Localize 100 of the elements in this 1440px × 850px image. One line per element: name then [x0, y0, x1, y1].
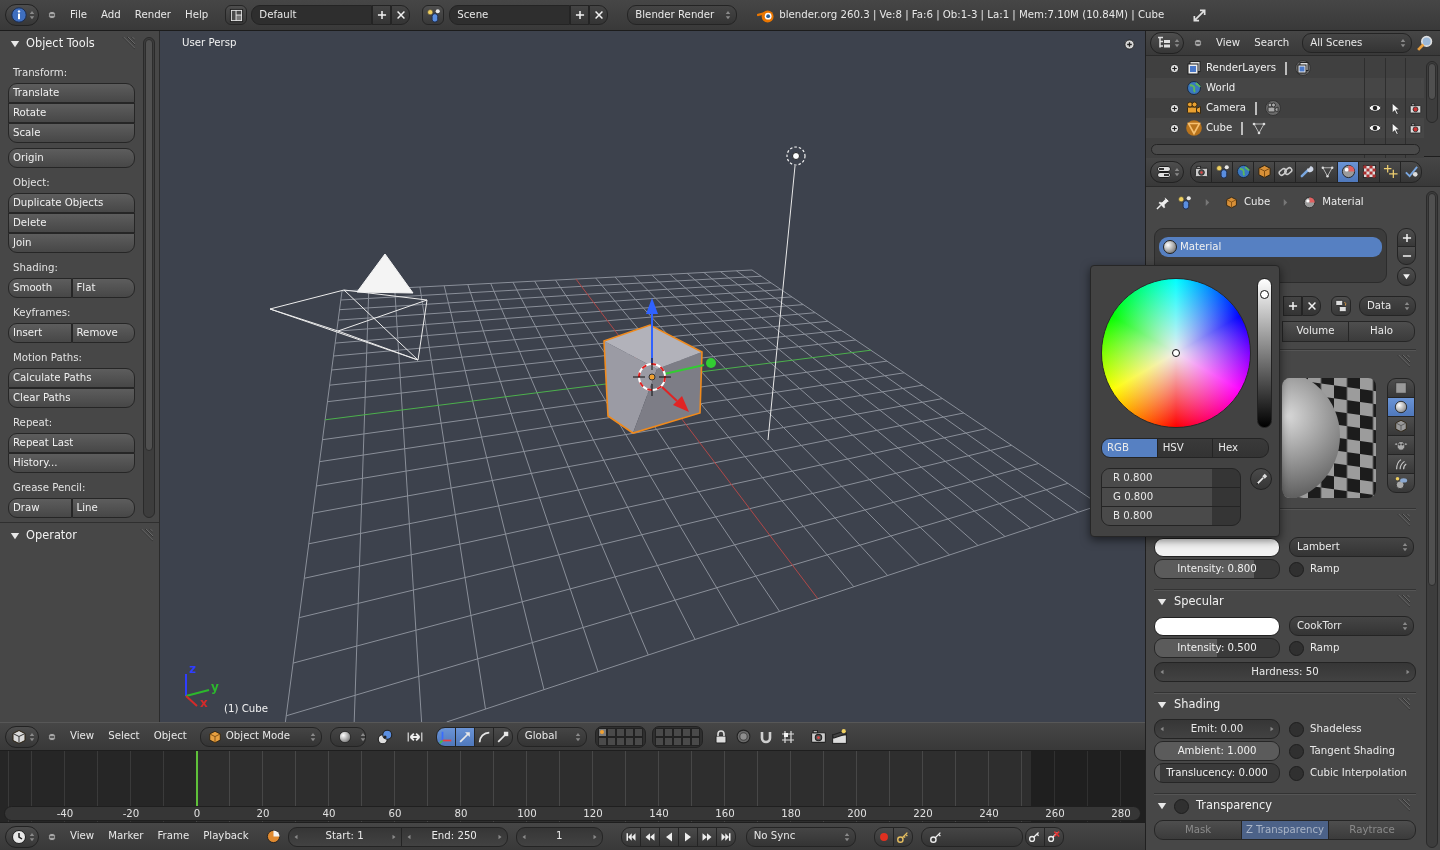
checkbox[interactable] — [1289, 765, 1304, 781]
add-layout-button[interactable] — [372, 5, 392, 25]
manipulator-button[interactable] — [435, 726, 456, 747]
material-slot[interactable]: Material — [1159, 237, 1382, 257]
context-tab[interactable] — [1211, 160, 1233, 183]
minus-circle-icon[interactable] — [46, 830, 58, 843]
tool-button[interactable]: History... — [8, 453, 135, 473]
tool-button[interactable]: Remove — [71, 323, 135, 343]
link-toggle-button[interactable] — [1331, 296, 1351, 316]
context-tab[interactable] — [1295, 160, 1317, 183]
link-dropdown[interactable]: Data — [1358, 296, 1416, 316]
menu-item[interactable]: Frame — [150, 826, 197, 847]
3d-cursor[interactable] — [632, 357, 672, 397]
tool-button[interactable]: Line — [71, 498, 135, 518]
playhead[interactable] — [195, 751, 198, 807]
editor-type-button[interactable] — [1150, 160, 1184, 183]
cube[interactable] — [603, 324, 703, 434]
channel-slider[interactable]: G 0.800 — [1101, 487, 1241, 507]
pie-icon[interactable] — [265, 829, 281, 844]
camera-icon[interactable] — [1186, 100, 1202, 116]
tool-button[interactable]: Origin — [8, 148, 135, 168]
panel-title[interactable]: Object Tools — [26, 36, 95, 51]
end-frame-field[interactable]: End: 250 — [400, 826, 508, 847]
context-tab[interactable] — [1232, 160, 1254, 183]
scrollbar-thumb[interactable] — [145, 39, 153, 451]
outliner-item[interactable]: Camera — [1206, 101, 1246, 115]
intensity-slider[interactable]: Intensity: 0.500 — [1154, 638, 1280, 658]
delete-layout-button[interactable] — [391, 5, 411, 25]
tool-button[interactable]: Repeat Last — [8, 433, 135, 453]
panel-title[interactable]: Transparency — [1196, 799, 1272, 813]
unlink-material-button[interactable] — [1302, 296, 1321, 316]
panel-title[interactable]: Shading — [1174, 698, 1221, 712]
pin-icon[interactable] — [1156, 194, 1171, 210]
overlapping-circles-icon[interactable] — [375, 727, 394, 746]
menu-item[interactable]: Playback — [196, 826, 256, 847]
camera-icon[interactable] — [1265, 100, 1281, 116]
transparency-checkbox[interactable] — [1174, 798, 1189, 814]
previous-keyframe-button[interactable] — [639, 826, 660, 847]
editor-type-button[interactable] — [5, 4, 39, 26]
record-button[interactable] — [873, 826, 894, 847]
drag-grip-icon[interactable] — [1396, 799, 1410, 813]
stacked-images-icon[interactable] — [1186, 60, 1202, 76]
insert-keyframe-button[interactable] — [1024, 826, 1045, 847]
triangle-mesh-icon[interactable] — [1251, 120, 1268, 136]
layout-name-field[interactable]: Default — [251, 5, 373, 25]
plus-circle-icon[interactable] — [1124, 39, 1135, 50]
screen-layout-button[interactable] — [225, 5, 248, 25]
editor-type-button[interactable] — [5, 725, 39, 748]
eye-icon[interactable] — [1368, 121, 1382, 135]
stacked-images-icon[interactable] — [1295, 60, 1311, 76]
number-slider[interactable]: Translucency: 0.000 — [1154, 763, 1280, 783]
y-axis-arrow[interactable] — [663, 358, 716, 375]
drag-grip-icon[interactable] — [1396, 595, 1410, 609]
camera-icon[interactable] — [809, 728, 827, 745]
expand-toggle-icon[interactable] — [1169, 122, 1180, 134]
globe-icon[interactable] — [1186, 80, 1202, 96]
minus-circle-icon[interactable] — [46, 730, 58, 743]
add-material-button[interactable] — [1283, 296, 1302, 316]
camera-icon[interactable] — [1408, 121, 1422, 135]
checkbox[interactable] — [1289, 743, 1304, 759]
keying-set-field[interactable] — [920, 826, 1023, 847]
material-type-button[interactable]: Halo — [1348, 321, 1415, 342]
ring-icon[interactable] — [734, 728, 752, 745]
tool-button[interactable]: Clear Paths — [8, 388, 135, 408]
menu-item[interactable]: Add — [94, 5, 128, 25]
editor-type-button[interactable] — [5, 825, 39, 848]
scene-button[interactable] — [422, 5, 445, 25]
tool-button[interactable]: Scale — [8, 123, 135, 143]
minus-circle-icon[interactable] — [1192, 37, 1204, 49]
drag-grip-icon[interactable] — [1396, 698, 1410, 712]
tool-button[interactable]: Insert — [8, 323, 72, 343]
context-tab[interactable] — [1274, 160, 1296, 183]
shader-dropdown[interactable]: Lambert — [1289, 537, 1414, 557]
drag-grip-icon[interactable] — [1396, 355, 1410, 369]
search-icon[interactable] — [1416, 34, 1434, 52]
menu-item[interactable]: Search — [1247, 33, 1297, 53]
shader-dropdown[interactable]: CookTorr — [1289, 616, 1414, 636]
start-frame-field[interactable]: Start: 1 — [287, 826, 402, 847]
shading-dropdown[interactable] — [329, 726, 366, 747]
lamp[interactable] — [767, 146, 806, 441]
outliner-item[interactable]: Cube — [1206, 121, 1233, 135]
channel-slider[interactable]: R 0.800 — [1101, 468, 1241, 488]
play-reverse-button[interactable] — [658, 826, 679, 847]
checkbox[interactable] — [1289, 561, 1304, 577]
outliner-item[interactable]: World — [1206, 81, 1236, 95]
next-keyframe-button[interactable] — [696, 826, 717, 847]
intensity-slider[interactable]: Intensity: 0.800 — [1154, 559, 1280, 579]
padlock-icon[interactable] — [712, 728, 729, 745]
preview-shape-button[interactable] — [1387, 473, 1415, 493]
render-engine-dropdown[interactable]: Blender Render — [627, 5, 738, 25]
preview-shape-button[interactable] — [1387, 378, 1415, 398]
editor-type-button[interactable] — [1150, 32, 1184, 54]
hardness-field[interactable]: Hardness: 50 — [1154, 662, 1416, 682]
number-slider[interactable]: Ambient: 1.000 — [1154, 741, 1280, 761]
panel-title[interactable]: Operator — [26, 528, 77, 543]
tool-button[interactable]: Delete — [8, 213, 135, 233]
menu-item[interactable]: View — [63, 726, 102, 747]
checkbox[interactable] — [1289, 721, 1304, 737]
tool-button[interactable]: Duplicate Objects — [8, 193, 135, 213]
tool-button[interactable]: Rotate — [8, 103, 135, 123]
